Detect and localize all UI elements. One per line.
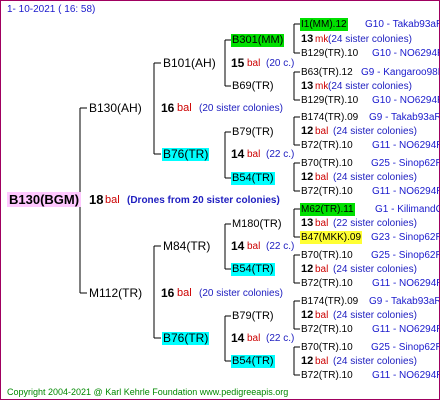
gen4-2-count: 13 bbox=[301, 80, 314, 92]
gen2-4-label[interactable]: B76(TR) bbox=[162, 332, 210, 345]
gen4-8-bal: bal bbox=[315, 356, 329, 367]
gen2-3-bal: bal bbox=[247, 241, 261, 252]
gen2-1-label[interactable]: B101(AH) bbox=[163, 57, 216, 70]
gen4-5-count: 13 bbox=[301, 217, 314, 229]
gen4-8-top-ref: G25 - Sinop62R bbox=[371, 342, 440, 353]
gen4-5-bottom-ref: G23 - Sinop62R bbox=[371, 232, 440, 243]
gen2-2-bal: bal bbox=[247, 149, 261, 160]
gen4-7-bal: bal bbox=[315, 310, 329, 321]
gen4-1-top[interactable]: I1(MM).12 bbox=[300, 18, 348, 31]
gen4-8-top[interactable]: B70(TR).10 bbox=[301, 341, 353, 354]
gen1-top-count: 16 bbox=[161, 101, 175, 115]
gen4-1-bottom-ref: G10 - NO6294R bbox=[372, 48, 440, 59]
gen4-3-top-ref: G9 - Takab93aR bbox=[369, 112, 440, 123]
gen4-3-count: 12 bbox=[301, 125, 314, 137]
gen4-2-bottom[interactable]: B129(TR).10 bbox=[301, 94, 358, 107]
root-queen-label[interactable]: B130(BGM) bbox=[7, 192, 82, 207]
copyright-footer: Copyright 2004-2021 @ Karl Kehrle Founda… bbox=[7, 387, 289, 397]
gen4-2-bottom-ref: G10 - NO6294R bbox=[372, 95, 440, 106]
gen4-1-note: (24 sister colonies) bbox=[328, 34, 412, 45]
gen4-8-bottom-ref: G11 - NO6294R bbox=[372, 370, 440, 381]
gen2-4-bal: bal bbox=[247, 333, 261, 344]
gen3-3-label[interactable]: B79(TR) bbox=[232, 126, 274, 139]
gen4-6-count: 12 bbox=[301, 263, 314, 275]
root-bal: bal bbox=[105, 194, 120, 206]
gen4-8-count: 12 bbox=[301, 355, 314, 367]
gen3-4-label[interactable]: B54(TR) bbox=[231, 172, 275, 185]
root-count: 18 bbox=[89, 192, 104, 207]
gen1-bottom-label[interactable]: M112(TR) bbox=[89, 287, 142, 300]
gen2-1-note: (20 c.) bbox=[266, 58, 295, 69]
gen4-3-bottom[interactable]: B72(TR).10 bbox=[301, 139, 353, 152]
gen2-4-note: (22 c.) bbox=[266, 333, 295, 344]
gen1-top-note: (20 sister colonies) bbox=[199, 103, 283, 114]
gen4-5-note: (22 sister colonies) bbox=[333, 218, 417, 229]
pedigree-frame: 1- 10-2021 ( 16: 58) B130(BGM) 18 bal (D… bbox=[0, 0, 440, 400]
gen2-2-count: 14 bbox=[231, 147, 245, 161]
gen3-2-label[interactable]: B69(TR) bbox=[232, 80, 274, 93]
gen1-top-bal: bal bbox=[177, 102, 192, 114]
gen4-2-bal: mk bbox=[315, 81, 329, 92]
gen1-bottom-count: 16 bbox=[161, 286, 175, 300]
gen4-6-top[interactable]: B70(TR).10 bbox=[301, 249, 353, 262]
gen4-6-top-ref: G25 - Sinop62R bbox=[371, 250, 440, 261]
gen2-1-count: 15 bbox=[231, 56, 245, 70]
gen4-7-top-ref: G9 - Takab93aR bbox=[369, 296, 440, 307]
gen4-3-bal: bal bbox=[315, 126, 329, 137]
gen4-3-top[interactable]: B174(TR).09 bbox=[301, 111, 358, 124]
gen4-6-bottom[interactable]: B72(TR).10 bbox=[301, 277, 353, 290]
gen4-4-note: (24 sister colonies) bbox=[333, 172, 417, 183]
gen3-1-label[interactable]: B301(MM) bbox=[231, 34, 285, 47]
gen4-5-bal: bal bbox=[315, 218, 329, 229]
gen4-6-bottom-ref: G11 - NO6294R bbox=[372, 278, 440, 289]
gen4-7-note: (24 sister colonies) bbox=[333, 310, 417, 321]
gen2-2-note: (22 c.) bbox=[266, 149, 295, 160]
gen2-2-label[interactable]: B76(TR) bbox=[162, 148, 210, 161]
gen2-3-count: 14 bbox=[231, 239, 245, 253]
gen4-4-bal: bal bbox=[315, 172, 329, 183]
gen4-4-top[interactable]: B70(TR).10 bbox=[301, 157, 353, 170]
gen4-4-count: 12 bbox=[301, 171, 314, 183]
gen1-top-label[interactable]: B130(AH) bbox=[89, 102, 142, 115]
gen4-4-bottom[interactable]: B72(TR).10 bbox=[301, 185, 353, 198]
gen4-4-top-ref: G25 - Sinop62R bbox=[371, 158, 440, 169]
gen3-6-label[interactable]: B54(TR) bbox=[231, 263, 275, 276]
gen4-8-bottom[interactable]: B72(TR).10 bbox=[301, 369, 353, 382]
gen4-6-note: (24 sister colonies) bbox=[333, 264, 417, 275]
gen4-5-top-ref: G1 - KilimandQ bbox=[375, 204, 440, 215]
gen4-6-bal: bal bbox=[315, 264, 329, 275]
gen4-3-note: (24 sister colonies) bbox=[333, 126, 417, 137]
gen4-7-count: 12 bbox=[301, 309, 314, 321]
gen3-5-label[interactable]: M180(TR) bbox=[232, 218, 282, 231]
gen4-2-note: (24 sister colonies) bbox=[328, 81, 412, 92]
gen4-1-count: 13 bbox=[301, 33, 314, 45]
gen2-3-label[interactable]: M84(TR) bbox=[163, 240, 210, 253]
gen4-5-bottom[interactable]: B47(MKK).09 bbox=[300, 231, 363, 244]
root-drones-note: (Drones from 20 sister colonies) bbox=[127, 195, 280, 206]
gen4-8-note: (24 sister colonies) bbox=[333, 356, 417, 367]
gen4-1-bottom[interactable]: B129(TR).10 bbox=[301, 47, 358, 60]
gen4-7-top[interactable]: B174(TR).09 bbox=[301, 295, 358, 308]
gen2-3-note: (22 c.) bbox=[266, 241, 295, 252]
gen3-7-label[interactable]: B79(TR) bbox=[232, 310, 274, 323]
gen4-7-bottom-ref: G11 - NO6294R bbox=[372, 324, 440, 335]
gen1-bottom-bal: bal bbox=[177, 287, 192, 299]
gen2-1-bal: bal bbox=[247, 58, 261, 69]
gen1-bottom-note: (20 sister colonies) bbox=[199, 288, 283, 299]
gen4-3-bottom-ref: G11 - NO6294R bbox=[372, 140, 440, 151]
gen4-5-top[interactable]: M62(TR).11 bbox=[300, 203, 355, 216]
gen4-4-bottom-ref: G11 - NO6294R bbox=[372, 186, 440, 197]
gen4-2-top-ref: G9 - Kangaroo98R bbox=[361, 67, 440, 78]
gen3-8-label[interactable]: B54(TR) bbox=[231, 355, 275, 368]
gen4-7-bottom[interactable]: B72(TR).10 bbox=[301, 323, 353, 336]
gen4-1-top-ref: G10 - Takab93aR bbox=[365, 19, 440, 30]
gen4-1-bal: mk bbox=[315, 34, 329, 45]
gen4-2-top[interactable]: B63(TR).12 bbox=[301, 66, 353, 79]
gen2-4-count: 14 bbox=[231, 331, 245, 345]
